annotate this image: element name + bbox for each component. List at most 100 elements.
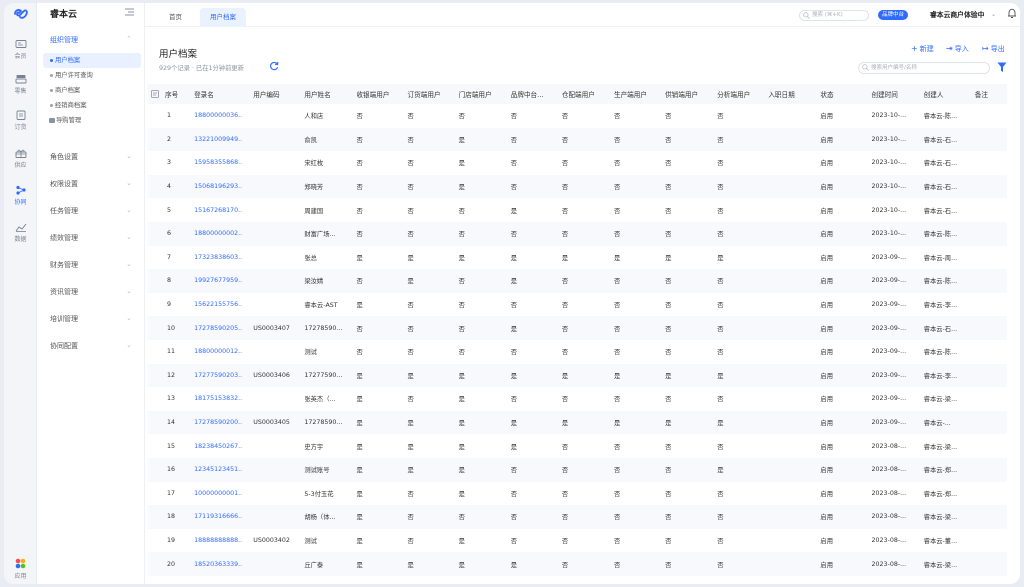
menu-group-org[interactable]: 组织管理 ⌃ — [50, 35, 138, 45]
tab-user-profile[interactable]: 用户档案 — [200, 8, 246, 27]
column-header[interactable]: 订货端用户 — [404, 84, 456, 104]
table-row[interactable]: 10 17278590205.. US0003407 17278590... 否否否是否… — [148, 316, 1007, 340]
row-select-cell[interactable] — [148, 316, 163, 340]
menu-group-2[interactable]: 角色设置 ⌄ — [50, 152, 138, 162]
row-select-cell[interactable] — [148, 410, 163, 435]
column-header[interactable]: 状态 — [817, 84, 869, 104]
column-header[interactable]: 收银端用户 — [353, 84, 405, 104]
table-row[interactable]: 18 17119316666.. 胡杨（体... 是否否否否否否否启用 2023-08-… — [148, 505, 1007, 529]
login-name-link[interactable]: 10000000001.. — [191, 482, 250, 506]
login-name-link[interactable]: 19927677959.. — [191, 269, 251, 293]
row-select-cell[interactable] — [148, 174, 163, 199]
rail-item-apps[interactable]: 应用 — [4, 558, 37, 580]
menu-group-6[interactable]: 财务管理 ⌄ — [50, 260, 138, 270]
table-row[interactable]: 1 18800000036.. 人和店 否 否 否 否 否 否 否 否 启用 2023-10-... 睿本… — [148, 104, 1007, 128]
menu-collapse-icon[interactable] — [125, 8, 134, 16]
env-selector[interactable]: 睿本云商户体验中 — [930, 10, 984, 20]
login-name-link[interactable]: 18800000036.. — [191, 104, 250, 128]
column-header[interactable]: 生产端用户 — [610, 84, 663, 104]
rail-item-4[interactable]: 供应 — [4, 148, 37, 169]
login-name-link[interactable]: 18238450267.. — [191, 434, 250, 458]
global-search-input[interactable]: 搜索 (⌘+K) — [799, 10, 869, 21]
table-row[interactable]: 9 15622155756.. 睿本云-AST 是 否 否 否 否 否 否 否 启用 2023-09-.… — [148, 293, 1007, 317]
column-header[interactable]: 仓配端用户 — [558, 84, 611, 104]
refresh-icon[interactable] — [269, 61, 279, 71]
import-button[interactable]: ⇥ 导入 — [946, 44, 969, 54]
login-name-link[interactable]: 17278590205.. — [191, 316, 251, 340]
column-header[interactable]: 登录名 — [191, 84, 251, 104]
row-select-cell[interactable] — [148, 457, 163, 482]
row-select-cell[interactable] — [148, 104, 162, 128]
sidebar-sub-item-1[interactable]: 用户档案 — [43, 53, 141, 68]
row-select-cell[interactable] — [148, 221, 163, 246]
column-header[interactable]: 备注 — [971, 84, 1007, 104]
login-name-link[interactable]: 15068196293.. — [191, 174, 251, 199]
row-select-cell[interactable] — [148, 529, 162, 553]
sidebar-item-guide-mgmt[interactable]: 导购管理 — [43, 113, 141, 128]
column-header[interactable]: 品牌中台... — [507, 84, 559, 104]
table-row[interactable]: 17 10000000001.. 5-3付玉花 是 否 是 否 否 否 否 否 启用 2023-08-.… — [148, 482, 1007, 506]
menu-group-3[interactable]: 权限设置 ⌄ — [50, 179, 138, 189]
rail-item-2[interactable]: 零售 — [4, 74, 37, 95]
rail-item-5[interactable]: 协同 — [4, 185, 37, 206]
login-name-link[interactable]: 17278590200.. — [191, 410, 251, 435]
login-name-link[interactable]: 18520363339.. — [191, 552, 251, 576]
login-name-link[interactable]: 13221009949.. — [191, 127, 251, 152]
bell-icon[interactable] — [1007, 8, 1017, 19]
menu-group-7[interactable]: 资讯管理 ⌄ — [50, 287, 138, 297]
rail-item-3[interactable]: 订货 — [4, 110, 37, 131]
table-row[interactable]: 5 15167268170.. 周建国 否 否 否 是 否 否 否 否 启用 2023-10-... 睿本… — [148, 198, 1007, 222]
login-name-link[interactable]: 15167268170.. — [191, 198, 250, 222]
table-row[interactable]: 13 18175153832.. 张英杰（... 是 否 是 否 否 否 否 否 启用 2023-09-… — [148, 387, 1007, 411]
table-row[interactable]: 20 18520363339.. 丘广泰是是是是否否否否启用 2023-08-... 睿… — [148, 552, 1007, 576]
row-select-cell[interactable] — [148, 269, 163, 293]
row-select-cell[interactable] — [148, 198, 162, 222]
menu-group-4[interactable]: 任务管理 ⌄ — [50, 206, 138, 216]
login-name-link[interactable]: 18800000012.. — [191, 340, 250, 364]
login-name-link[interactable]: 17323838603.. — [191, 246, 250, 270]
rail-item-1[interactable]: 会员 — [4, 39, 37, 60]
row-select-cell[interactable] — [148, 434, 162, 458]
table-row[interactable]: 7 17323838603.. 张总 是 是 是 是 是 是 是 是 启用 2023-09-... 睿本云… — [148, 246, 1007, 270]
table-row[interactable]: 2 13221009949.. 俞凯否否是否否否否否启用 2023-10-... 睿本云… — [148, 127, 1007, 152]
table-row[interactable]: 16 12345123451.. 测试账号是是是否否否否是启用 2023-08-...… — [148, 457, 1007, 482]
rail-item-6[interactable]: 数据 — [4, 222, 37, 243]
row-select-cell[interactable] — [148, 246, 162, 270]
login-name-link[interactable]: 18175153832.. — [191, 387, 250, 411]
row-select-cell[interactable] — [148, 151, 162, 175]
menu-group-9[interactable]: 协同配置 ⌄ — [50, 341, 138, 351]
sidebar-sub-item-3[interactable]: 商户档案 — [43, 83, 141, 98]
column-header[interactable]: 创建时间 — [868, 84, 921, 104]
row-select-cell[interactable] — [148, 552, 163, 576]
sidebar-sub-item-2[interactable]: 用户许可查询 — [43, 68, 141, 83]
column-header[interactable]: 分析端用户 — [714, 84, 766, 104]
column-header[interactable]: 用户姓名 — [301, 84, 354, 104]
row-select-cell[interactable] — [148, 505, 163, 529]
column-settings[interactable] — [148, 84, 163, 104]
menu-group-5[interactable]: 绩效管理 ⌄ — [50, 233, 138, 243]
table-row[interactable]: 19 18888888888.. US0003402 测试 是 否 是 否 否 否 否 否 启用 2023… — [148, 529, 1007, 553]
row-select-cell[interactable] — [148, 387, 162, 411]
table-row[interactable]: 8 19927677959.. 梁汝婧否是否是否否否否启用 2023-09-... 睿本… — [148, 269, 1007, 293]
app-logo-icon[interactable] — [12, 7, 28, 21]
menu-group-8[interactable]: 培训管理 ⌄ — [50, 314, 138, 324]
login-name-link[interactable]: 18888888888.. — [191, 529, 250, 553]
new-button[interactable]: + 新建 — [911, 44, 934, 54]
sidebar-sub-item-4[interactable]: 经销商档案 — [43, 98, 141, 113]
row-select-cell[interactable] — [148, 293, 162, 317]
login-name-link[interactable]: 15958355868.. — [191, 151, 250, 175]
filter-icon[interactable] — [997, 62, 1007, 73]
export-button[interactable]: ↦ 导出 — [982, 44, 1005, 54]
column-header[interactable]: 入职日期 — [765, 84, 818, 104]
column-header[interactable]: 供销端用户 — [662, 84, 715, 104]
login-name-link[interactable]: 17277590203.. — [191, 363, 251, 388]
login-name-link[interactable]: 15622155756.. — [191, 293, 250, 317]
table-row[interactable]: 12 17277590203.. US0003406 17277590... 是是是是是… — [148, 363, 1007, 388]
login-name-link[interactable]: 17119316666.. — [191, 505, 251, 529]
row-select-cell[interactable] — [148, 482, 162, 506]
column-header[interactable]: 序号 — [162, 84, 192, 104]
tab-home[interactable]: 首页 — [159, 8, 192, 27]
table-row[interactable]: 6 18800000002.. 财富广场... 否否否否否否否否启用 2023-10-.… — [148, 221, 1007, 246]
chevron-down-icon[interactable]: ⌄ — [991, 10, 996, 20]
login-name-link[interactable]: 12345123451.. — [191, 457, 251, 482]
